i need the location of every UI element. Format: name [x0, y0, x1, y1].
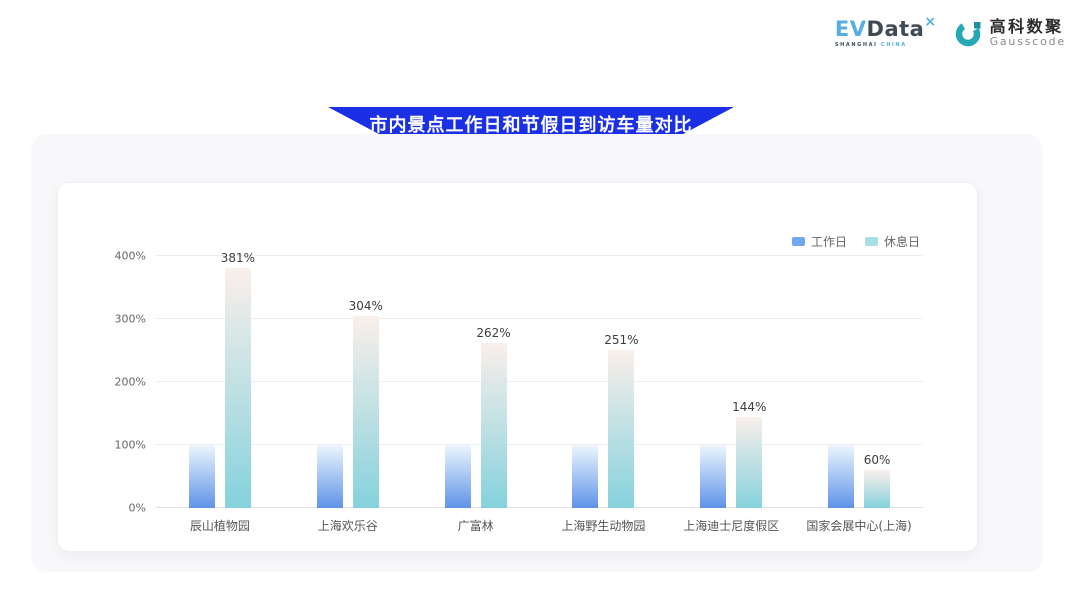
y-axis: 0%100%200%300%400%: [58, 256, 146, 508]
bar-fill: [317, 445, 343, 508]
legend-label: 休息日: [884, 233, 920, 250]
x-axis-label: 上海野生动物园: [561, 517, 645, 534]
bar-fill: [736, 417, 762, 508]
bar-restday[interactable]: 251%: [608, 350, 634, 508]
bar-pair: 60%: [795, 256, 923, 508]
category-group: 304% 上海欢乐谷: [284, 256, 412, 534]
bar-fill: [189, 445, 215, 508]
evdata-logo: EVData× SHANGHAI CHINA: [835, 19, 937, 48]
bar-restday[interactable]: 304%: [353, 316, 379, 508]
evdata-x-icon: ×: [924, 14, 936, 30]
x-axis-label: 上海欢乐谷: [318, 517, 378, 534]
bar-restday[interactable]: 381%: [225, 268, 251, 508]
bar-fill: [828, 445, 854, 508]
evdata-name: Data: [867, 17, 925, 41]
gausscode-text: 高科数聚 Gausscode: [990, 18, 1066, 48]
legend: 工作日 休息日: [792, 233, 920, 250]
bar-fill: [700, 445, 726, 508]
x-axis-label: 国家会展中心(上海): [806, 517, 911, 534]
category-group: 251% 上海野生动物园: [539, 256, 667, 534]
category-group: 262% 广富林: [412, 256, 540, 534]
bar-fill: [353, 316, 379, 508]
legend-swatch-icon: [865, 237, 878, 246]
legend-item-workday[interactable]: 工作日: [792, 233, 847, 250]
legend-label: 工作日: [811, 233, 847, 250]
bar-restday[interactable]: 144%: [736, 417, 762, 508]
bar-workday[interactable]: [445, 445, 471, 508]
bar-restday[interactable]: 262%: [481, 343, 507, 508]
value-label: 304%: [349, 299, 383, 313]
bar-fill: [225, 268, 251, 508]
plot-area: 381% 辰山植物园 304% 上海欢乐谷 262% 广富林 251% 上海野生动物园 144%…: [156, 256, 923, 534]
value-label: 381%: [221, 251, 255, 265]
bar-pair: 262%: [412, 256, 540, 508]
bar-fill: [608, 350, 634, 508]
legend-swatch-icon: [792, 237, 805, 246]
bar-fill: [864, 470, 890, 508]
bar-fill: [481, 343, 507, 508]
gausscode-en-name: Gausscode: [990, 36, 1066, 48]
bar-pair: 304%: [284, 256, 412, 508]
bar-pair: 381%: [156, 256, 284, 508]
x-axis-label: 辰山植物园: [190, 517, 250, 534]
chart-card: 工作日 休息日 0% 100% 200% 300% 400% 381% 辰山植物园 304% 上…: [57, 182, 978, 552]
bar-restday[interactable]: 60%: [864, 470, 890, 508]
category-group: 60% 国家会展中心(上海): [795, 256, 923, 534]
evdata-tagline: SHANGHAI CHINA: [835, 43, 937, 48]
value-label: 262%: [476, 326, 510, 340]
gausscode-logo: 高科数聚 Gausscode: [955, 18, 1066, 48]
value-label: 251%: [604, 333, 638, 347]
chart-panel: 工作日 休息日 0% 100% 200% 300% 400% 381% 辰山植物园 304% 上…: [31, 134, 1043, 572]
y-axis-tick: 100%: [115, 439, 146, 452]
x-axis-label: 广富林: [458, 517, 494, 534]
gausscode-g-icon: [955, 19, 983, 47]
evdata-prefix: EV: [835, 17, 867, 41]
evdata-tagline-right: CHINA: [881, 42, 907, 48]
chart-title: 市内景点工作日和节假日到访车量对比: [370, 111, 693, 137]
x-axis-label: 上海迪士尼度假区: [683, 517, 779, 534]
evdata-wordmark: EVData×: [835, 19, 937, 40]
category-group: 144% 上海迪士尼度假区: [667, 256, 795, 534]
page: EVData× SHANGHAI CHINA 高科数聚 Gausscode 市内…: [0, 0, 1080, 608]
bar-fill: [445, 445, 471, 508]
y-axis-tick: 0%: [129, 502, 146, 515]
y-axis-tick: 200%: [115, 376, 146, 389]
evdata-tagline-left: SHANGHAI: [835, 42, 878, 48]
category-group: 381% 辰山植物园: [156, 256, 284, 534]
bar-fill: [572, 445, 598, 508]
y-axis-tick: 300%: [115, 313, 146, 326]
gausscode-cn-name: 高科数聚: [990, 18, 1066, 36]
bar-workday[interactable]: [700, 445, 726, 508]
bar-workday[interactable]: [828, 445, 854, 508]
bar-workday[interactable]: [572, 445, 598, 508]
y-axis-tick: 400%: [115, 250, 146, 263]
bar-workday[interactable]: [317, 445, 343, 508]
bar-pair: 251%: [539, 256, 667, 508]
legend-item-restday[interactable]: 休息日: [865, 233, 920, 250]
bar-workday[interactable]: [189, 445, 215, 508]
value-label: 60%: [864, 453, 891, 467]
bar-pair: 144%: [667, 256, 795, 508]
value-label: 144%: [732, 400, 766, 414]
header-logos: EVData× SHANGHAI CHINA 高科数聚 Gausscode: [835, 18, 1066, 48]
